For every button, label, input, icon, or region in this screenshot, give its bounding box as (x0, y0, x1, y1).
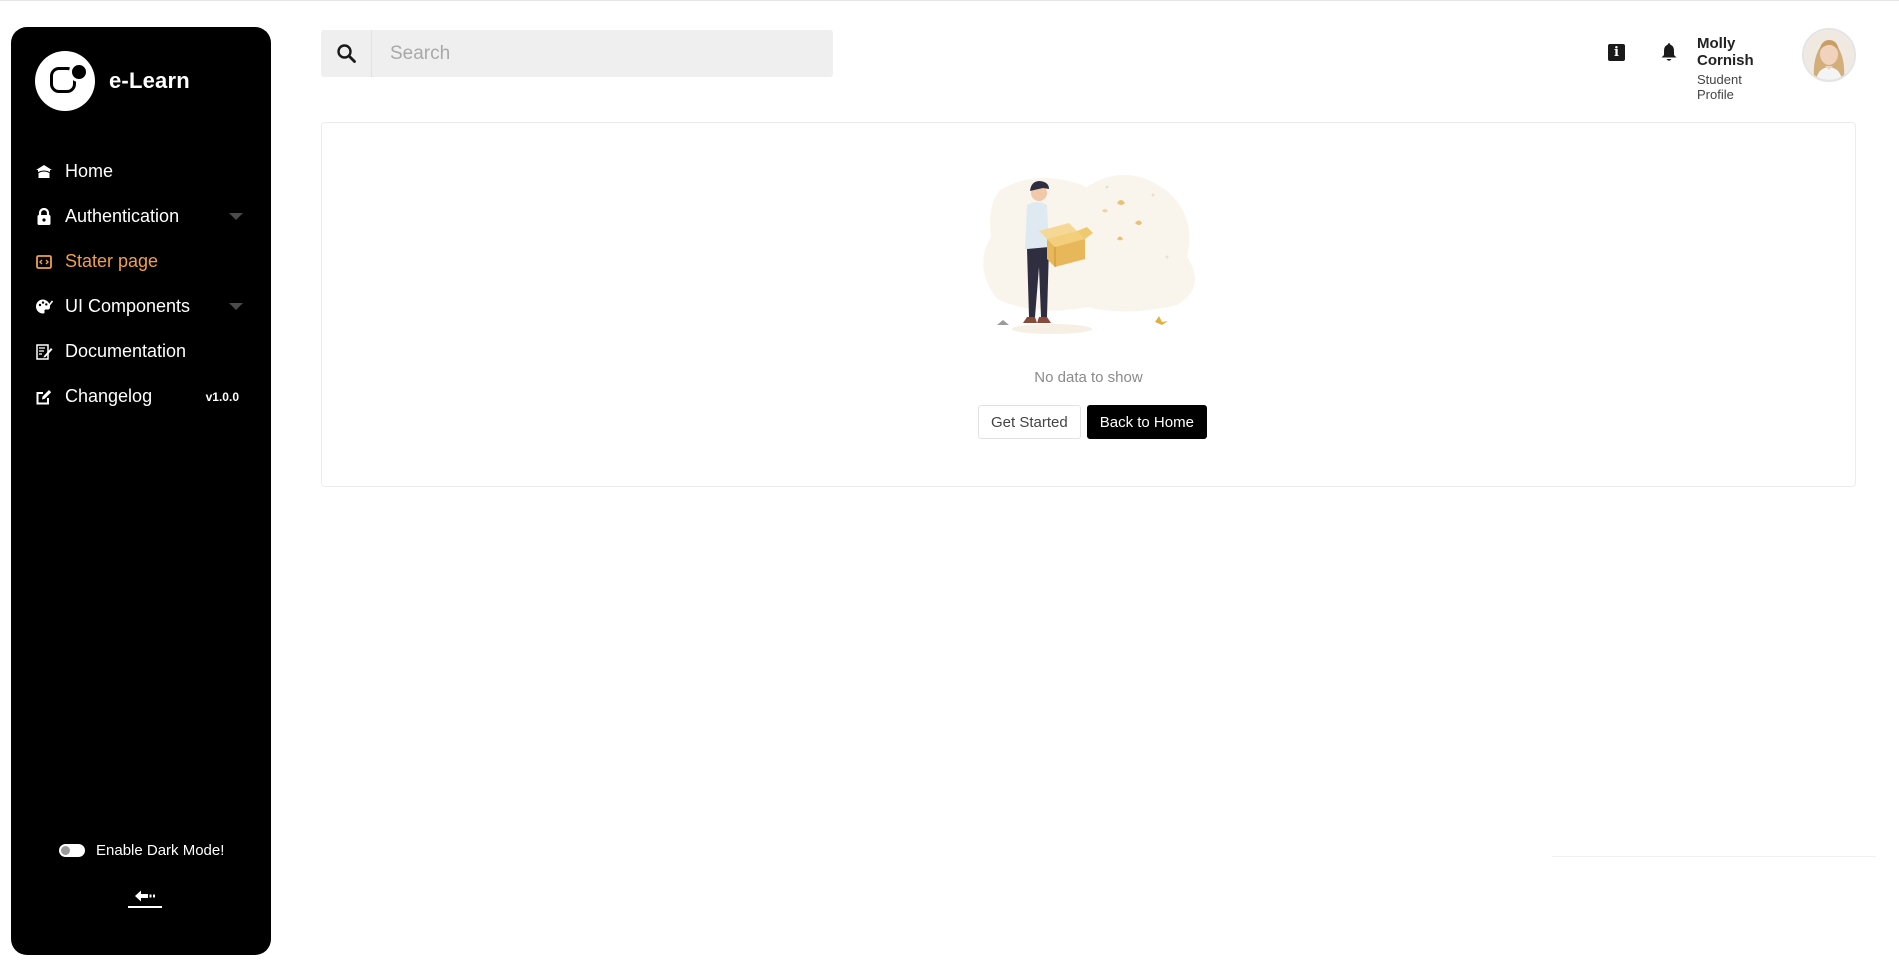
home-icon (35, 163, 53, 181)
sidebar-item-authentication[interactable]: Authentication (11, 194, 271, 239)
bell-icon[interactable] (1661, 43, 1677, 67)
empty-state-card: No data to show Get Started Back to Home (321, 122, 1856, 487)
sidebar-item-label: Documentation (65, 341, 187, 361)
sidebar-item-ui-components[interactable]: UI Components (11, 284, 271, 329)
collapse-sidebar-button[interactable] (127, 889, 163, 919)
user-role: Student Profile (1697, 72, 1742, 102)
sidebar-item-changelog[interactable]: Changelog v1.0.0 (11, 374, 271, 419)
edit-square-icon (35, 388, 53, 406)
sidebar-item-home[interactable]: Home (11, 149, 271, 194)
dark-mode-toggle[interactable]: Enable Dark Mode! (59, 842, 224, 859)
sidebar-item-stater-page[interactable]: Stater page (11, 239, 271, 284)
search-bar[interactable] (321, 30, 833, 77)
sidebar-item-label: UI Components (65, 296, 191, 316)
brand[interactable]: e-Learn (35, 51, 190, 111)
lock-icon (35, 208, 53, 226)
back-to-home-button[interactable]: Back to Home (1086, 405, 1207, 439)
chevron-down-icon[interactable] (229, 213, 243, 220)
sidebar-item-label: Changelog (65, 386, 153, 406)
palette-icon (35, 298, 53, 316)
divider (1552, 856, 1876, 857)
search-icon[interactable] (321, 30, 372, 77)
empty-state-message: No data to show (1034, 369, 1143, 386)
sidebar-item-label: Stater page (65, 251, 159, 271)
chevron-down-icon[interactable] (229, 303, 243, 310)
user-profile[interactable]: Molly Cornish Student Profile (1697, 35, 1754, 102)
code-window-icon (35, 253, 53, 271)
sidebar-nav: Home Authentication Stater page UI Compo… (11, 149, 271, 419)
sidebar-item-label: Authentication (65, 206, 180, 226)
version-badge: v1.0.0 (205, 389, 239, 404)
search-input[interactable] (388, 41, 812, 66)
sidebar-item-documentation[interactable]: Documentation (11, 329, 271, 374)
action-buttons: Get Started Back to Home (978, 405, 1207, 439)
toggle-switch[interactable] (59, 844, 85, 857)
avatar[interactable] (1802, 28, 1856, 82)
document-edit-icon (35, 343, 53, 361)
brand-name: e-Learn (109, 68, 190, 93)
brand-logo-icon (35, 51, 95, 111)
sidebar: e-Learn Home Authentication Stater page (11, 27, 271, 955)
get-started-button[interactable]: Get Started (978, 405, 1081, 439)
sidebar-item-label: Home (65, 161, 114, 181)
info-icon[interactable]: i (1608, 44, 1625, 61)
divider (128, 906, 162, 908)
arrow-left-icon (135, 890, 155, 902)
dark-mode-label: Enable Dark Mode! (96, 842, 225, 859)
empty-box-illustration (983, 174, 1195, 334)
user-name: Molly Cornish (1697, 35, 1754, 69)
